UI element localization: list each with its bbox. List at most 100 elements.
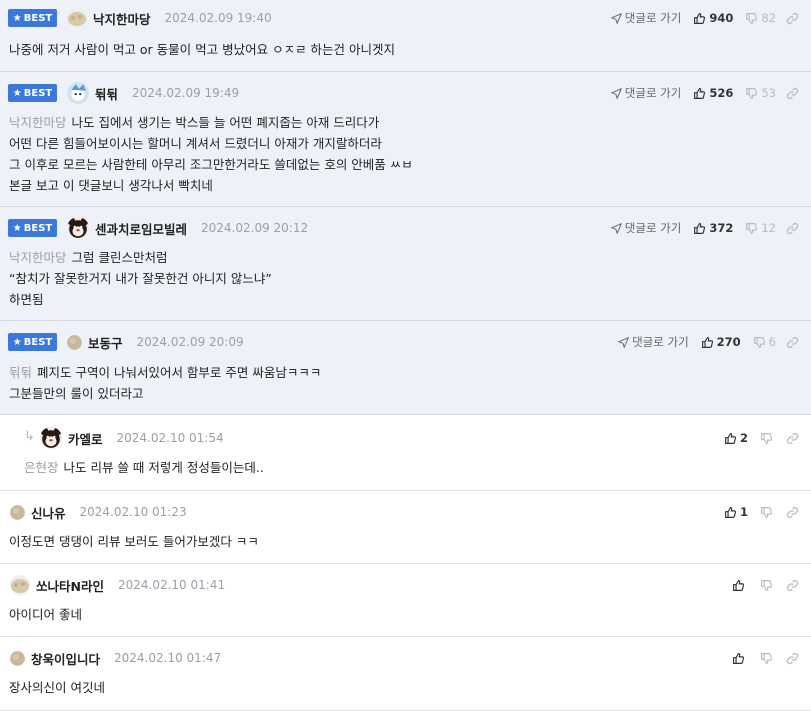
comment-line: 뒦뒦 폐지도 구역이 나눠서있어서 함부로 주면 싸움남ㅋㅋㅋ bbox=[9, 362, 801, 383]
comment-line: 아이디어 좋네 bbox=[9, 604, 801, 625]
comment-actions: 댓글로 가기 372 12 bbox=[610, 218, 811, 238]
comment-line: 어떤 다른 힘들어보이시는 할머니 계셔서 드렸더니 아재가 개지랄하더라 bbox=[9, 133, 801, 154]
comment-header: 쏘나타N라인 2024.02.10 01:41 bbox=[0, 575, 811, 595]
comment-line: 그 이후로 모르는 사람한테 아무리 조그만한거라도 쓸데없는 호의 안베품 ㅆ… bbox=[9, 154, 801, 175]
dislike-button[interactable]: 6 bbox=[753, 335, 776, 349]
like-count: 1 bbox=[739, 505, 748, 519]
comment-line: 하면됨 bbox=[9, 289, 801, 310]
circle-avatar-icon[interactable] bbox=[10, 504, 25, 520]
comment-header: 창욱이입니다 2024.02.10 01:47 bbox=[0, 648, 811, 668]
link-icon[interactable] bbox=[786, 652, 799, 665]
go-to-reply-label: 댓글로 가기 bbox=[624, 11, 682, 25]
thumbs-down-icon bbox=[760, 652, 773, 665]
send-icon bbox=[618, 336, 629, 348]
go-to-reply-label: 댓글로 가기 bbox=[624, 221, 682, 235]
mushroom-avatar-icon[interactable] bbox=[10, 575, 30, 595]
link-icon[interactable] bbox=[786, 336, 799, 349]
go-to-reply-label: 댓글로 가기 bbox=[632, 335, 689, 349]
dislike-button[interactable]: 12 bbox=[745, 221, 776, 235]
thumbs-up-icon bbox=[724, 506, 737, 519]
like-button[interactable] bbox=[732, 579, 748, 592]
like-button[interactable]: 1 bbox=[724, 505, 748, 519]
comment-body: 낙지한마당 그럼 클린스만처럼 “참치가 잘못한거지 내가 잘못한건 아니지 않느냐… bbox=[9, 247, 801, 310]
dislike-button[interactable]: 82 bbox=[745, 11, 776, 25]
comment-text: 하면됨 bbox=[9, 292, 44, 307]
best-comment: ★ BEST 보동구 2024.02.09 20:09 댓글로 가기 270 6 뒦뒦 폐지도 … bbox=[0, 321, 811, 415]
comment-line: 낙지한마당 그럼 클린스만처럼 bbox=[9, 247, 801, 268]
reply-arrow-icon: ↳ bbox=[24, 429, 35, 444]
comment-text: 장사의신이 여깃네 bbox=[9, 680, 105, 695]
comment-actions: 댓글로 가기 270 6 bbox=[618, 332, 811, 352]
like-count: 2 bbox=[739, 431, 748, 445]
comment-body: 아이디어 좋네 bbox=[9, 604, 801, 625]
nickname[interactable]: 보동구 bbox=[88, 333, 123, 352]
circle-avatar-icon[interactable] bbox=[67, 334, 82, 350]
dislike-count: 53 bbox=[761, 86, 776, 100]
comment-body: 은현장 나도 리뷰 쓸 때 저렇게 정성들이는데.. bbox=[24, 457, 801, 478]
like-button[interactable]: 2 bbox=[724, 431, 748, 445]
comment-actions: 댓글로 가기 940 82 bbox=[610, 8, 811, 28]
thumbs-up-icon bbox=[693, 222, 706, 235]
nickname[interactable]: 카엘로 bbox=[68, 429, 103, 448]
like-count: 526 bbox=[709, 86, 734, 100]
circle-avatar-icon[interactable] bbox=[10, 650, 25, 666]
bear-avatar-icon[interactable] bbox=[40, 427, 62, 449]
thumbs-down-icon bbox=[745, 87, 758, 100]
comment-text: “참치가 잘못한거지 내가 잘못한건 아니지 않느냐” bbox=[9, 271, 272, 286]
comment-line: 낙지한마당 나도 집에서 생기는 박스들 늘 어떤 폐지줍는 아재 드리다가 bbox=[9, 112, 801, 133]
mushroom-avatar-icon[interactable] bbox=[67, 8, 87, 28]
dislike-button[interactable] bbox=[760, 652, 776, 665]
go-to-reply-link[interactable]: 댓글로 가기 bbox=[610, 10, 682, 26]
section-divider bbox=[0, 415, 811, 418]
best-badge: ★ BEST bbox=[8, 9, 57, 27]
dislike-button[interactable] bbox=[760, 432, 776, 445]
thumbs-down-icon bbox=[760, 579, 773, 592]
like-button[interactable]: 270 bbox=[701, 335, 741, 349]
like-button[interactable]: 372 bbox=[693, 221, 733, 235]
go-to-reply-link[interactable]: 댓글로 가기 bbox=[618, 334, 689, 350]
go-to-reply-link[interactable]: 댓글로 가기 bbox=[610, 85, 681, 101]
timestamp: 2024.02.10 01:47 bbox=[114, 651, 222, 665]
like-button[interactable]: 526 bbox=[693, 86, 733, 100]
reply-comment: ↳ 카엘로 2024.02.10 01:54 2 은현장 나도 리뷰 쓸 때 저렇게 정성… bbox=[0, 418, 811, 491]
nickname[interactable]: 뒦뒦 bbox=[95, 84, 118, 103]
dislike-button[interactable] bbox=[760, 579, 776, 592]
comment-line: 본글 보고 이 댓글보니 생각나서 빡치네 bbox=[9, 175, 801, 196]
dislike-button[interactable]: 53 bbox=[745, 86, 776, 100]
mention-link[interactable]: 낙지한마당 bbox=[9, 250, 67, 265]
mention-link[interactable]: 뒦뒦 bbox=[9, 365, 32, 380]
best-label: BEST bbox=[23, 336, 53, 348]
link-icon[interactable] bbox=[786, 12, 799, 25]
link-icon[interactable] bbox=[786, 579, 799, 592]
like-button[interactable] bbox=[732, 652, 748, 665]
send-icon bbox=[610, 222, 622, 234]
timestamp: 2024.02.09 19:49 bbox=[132, 86, 240, 100]
link-icon[interactable] bbox=[786, 432, 799, 445]
link-icon[interactable] bbox=[786, 87, 799, 100]
nickname[interactable]: 낙지한마당 bbox=[93, 9, 151, 28]
nickname[interactable]: 쏘나타N라인 bbox=[36, 576, 104, 595]
mention-link[interactable]: 낙지한마당 bbox=[9, 115, 67, 130]
nickname[interactable]: 창욱이입니다 bbox=[31, 649, 100, 668]
mention-link[interactable]: 은현장 bbox=[24, 460, 59, 475]
comment-text: 본글 보고 이 댓글보니 생각나서 빡치네 bbox=[9, 178, 213, 193]
thumbs-down-icon bbox=[745, 222, 758, 235]
comment-text: 나도 리뷰 쓸 때 저렇게 정성들이는데.. bbox=[63, 460, 264, 475]
nickname[interactable]: 센과치로임모빌레 bbox=[95, 219, 187, 238]
timestamp: 2024.02.09 20:12 bbox=[201, 221, 309, 235]
comment-actions: 1 bbox=[724, 502, 811, 522]
link-icon[interactable] bbox=[786, 222, 799, 235]
nickname[interactable]: 신나유 bbox=[31, 503, 66, 522]
comment-actions bbox=[732, 575, 811, 595]
bear-avatar-icon[interactable] bbox=[67, 217, 89, 239]
comment-body: 뒦뒦 폐지도 구역이 나눠서있어서 함부로 주면 싸움남ㅋㅋㅋ 그분들만의 룰이 있… bbox=[9, 362, 801, 404]
comment-header: ★ BEST 낙지한마당 2024.02.09 19:40 댓글로 가기 940 82 bbox=[0, 8, 811, 28]
go-to-reply-link[interactable]: 댓글로 가기 bbox=[610, 220, 682, 236]
comment-text: 이정도면 댕댕이 리뷰 보러도 들어가보겠다 ㅋㅋ bbox=[9, 534, 259, 549]
comment-actions: 2 bbox=[724, 428, 811, 448]
link-icon[interactable] bbox=[786, 506, 799, 519]
dislike-button[interactable] bbox=[760, 506, 776, 519]
send-icon bbox=[610, 12, 622, 24]
snow-character-avatar-icon[interactable] bbox=[67, 82, 89, 104]
like-button[interactable]: 940 bbox=[693, 11, 733, 25]
